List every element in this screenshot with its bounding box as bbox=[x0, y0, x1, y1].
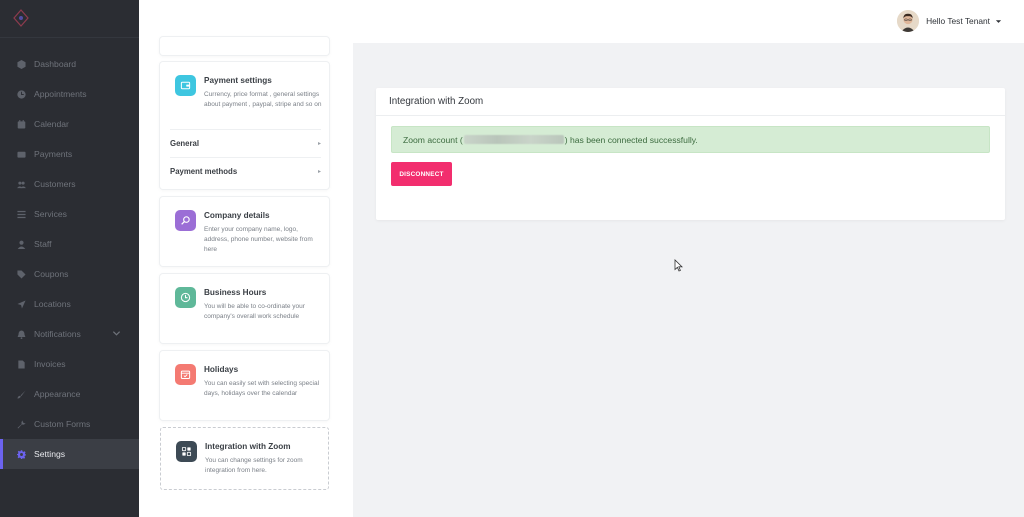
dashboard-icon bbox=[16, 59, 26, 69]
sidebar: Dashboard Appointments Calendar Payments… bbox=[0, 0, 139, 517]
wrench-icon bbox=[16, 419, 26, 429]
search-icon bbox=[181, 216, 190, 225]
payment-settings-badge bbox=[175, 75, 196, 96]
sidebar-item-label: Staff bbox=[34, 239, 52, 249]
row-label: Payment methods bbox=[170, 167, 238, 176]
calendar-icon bbox=[16, 119, 26, 129]
sidebar-item-label: Calendar bbox=[34, 119, 69, 129]
sidebar-item-label: Appearance bbox=[34, 389, 81, 399]
settings-card-previous[interactable] bbox=[160, 37, 329, 55]
wallet-icon bbox=[180, 81, 191, 90]
sidebar-item-services[interactable]: Services bbox=[0, 199, 139, 229]
sidebar-item-label: Coupons bbox=[34, 269, 69, 279]
clock-icon bbox=[180, 292, 191, 303]
sidebar-item-settings[interactable]: Settings bbox=[0, 439, 139, 469]
card-title: Holidays bbox=[204, 365, 239, 374]
sidebar-item-locations[interactable]: Locations bbox=[0, 289, 139, 319]
caret-right-icon: ▸ bbox=[317, 169, 321, 175]
sidebar-item-staff[interactable]: Staff bbox=[0, 229, 139, 259]
business-hours-badge bbox=[175, 287, 196, 308]
payment-methods-link[interactable]: Payment methods ▸ bbox=[170, 158, 321, 185]
sidebar-item-coupons[interactable]: Coupons bbox=[0, 259, 139, 289]
file-icon bbox=[16, 359, 26, 369]
payment-general-link[interactable]: General ▸ bbox=[170, 130, 321, 157]
sidebar-item-label: Settings bbox=[34, 449, 66, 459]
zoom-integration-badge bbox=[176, 441, 197, 462]
users-icon bbox=[16, 179, 26, 189]
logo-icon bbox=[13, 9, 29, 27]
sidebar-item-label: Invoices bbox=[34, 359, 66, 369]
tag-icon bbox=[16, 269, 26, 279]
sidebar-item-appearance[interactable]: Appearance bbox=[0, 379, 139, 409]
sidebar-item-custom-forms[interactable]: Custom Forms bbox=[0, 409, 139, 439]
holidays-badge bbox=[175, 364, 196, 385]
panel-title: Integration with Zoom bbox=[376, 88, 1005, 116]
avatar[interactable] bbox=[897, 10, 920, 32]
sidebar-item-label: Services bbox=[34, 209, 67, 219]
sidebar-item-label: Locations bbox=[34, 299, 71, 309]
sidebar-item-label: Payments bbox=[34, 149, 73, 159]
sidebar-item-label: Notifications bbox=[34, 329, 81, 339]
redacted-account bbox=[463, 135, 564, 144]
card-description: You will be able to co-ordinate your com… bbox=[204, 303, 305, 320]
settings-categories: Payment settings Currency, price format … bbox=[139, 37, 353, 517]
zoom-integration-panel: Integration with Zoom Zoom account ( ) h… bbox=[376, 88, 1005, 220]
payments-icon bbox=[16, 149, 26, 159]
settings-card-holidays[interactable]: Holidays You can easily set with selecti… bbox=[160, 351, 329, 420]
settings-card-company[interactable]: Company details Enter your company name,… bbox=[160, 197, 329, 266]
user-greeting[interactable]: Hello Test Tenant bbox=[926, 16, 990, 26]
card-title: Company details bbox=[204, 211, 270, 220]
sidebar-item-label: Custom Forms bbox=[34, 419, 91, 429]
disconnect-button[interactable]: DISCONNECT bbox=[391, 162, 452, 186]
alert-text-suffix: ) has been connected successfully. bbox=[564, 134, 698, 145]
bell-icon bbox=[16, 329, 26, 339]
settings-card-payment[interactable]: Payment settings Currency, price format … bbox=[160, 62, 329, 189]
caret-right-icon: ▸ bbox=[317, 141, 321, 147]
brush-icon bbox=[16, 389, 26, 399]
sidebar-item-label: Dashboard bbox=[34, 59, 77, 69]
sidebar-item-label: Customers bbox=[34, 179, 76, 189]
card-title: Business Hours bbox=[204, 288, 267, 297]
sidebar-item-invoices[interactable]: Invoices bbox=[0, 349, 139, 379]
company-details-badge bbox=[175, 210, 196, 231]
app-logo[interactable] bbox=[0, 0, 139, 38]
row-label: General bbox=[170, 139, 200, 148]
sidebar-nav: Dashboard Appointments Calendar Payments… bbox=[0, 38, 139, 469]
calendar-check-icon bbox=[180, 370, 191, 379]
sidebar-item-notifications[interactable]: Notifications bbox=[0, 319, 139, 349]
card-description: You can change settings for zoom integra… bbox=[205, 457, 303, 474]
gear-icon bbox=[16, 449, 26, 459]
card-description: Currency, price format , general setting… bbox=[204, 91, 322, 108]
success-alert: Zoom account ( ) has been connected succ… bbox=[391, 126, 990, 153]
sidebar-item-dashboard[interactable]: Dashboard bbox=[0, 49, 139, 79]
sidebar-item-calendar[interactable]: Calendar bbox=[0, 109, 139, 139]
avatar-image bbox=[897, 10, 920, 32]
alert-text-prefix: Zoom account ( bbox=[403, 134, 463, 145]
card-description: You can easily set with selecting specia… bbox=[204, 380, 320, 397]
list-icon bbox=[16, 209, 26, 219]
user-menu[interactable]: Hello Test Tenant bbox=[897, 10, 1002, 32]
settings-card-business-hours[interactable]: Business Hours You will be able to co-or… bbox=[160, 274, 329, 343]
location-arrow-icon bbox=[16, 299, 26, 309]
sidebar-item-appointments[interactable]: Appointments bbox=[0, 79, 139, 109]
clock-icon bbox=[16, 89, 26, 99]
sidebar-item-payments[interactable]: Payments bbox=[0, 139, 139, 169]
card-title: Integration with Zoom bbox=[205, 442, 291, 451]
card-title: Payment settings bbox=[204, 76, 272, 85]
sidebar-item-label: Appointments bbox=[34, 89, 87, 99]
settings-card-zoom[interactable]: Integration with Zoom You can change set… bbox=[160, 427, 329, 490]
sidebar-item-customers[interactable]: Customers bbox=[0, 169, 139, 199]
user-icon bbox=[16, 239, 26, 249]
card-description: Enter your company name, logo, address, … bbox=[204, 226, 313, 253]
chevron-down-icon[interactable] bbox=[112, 329, 121, 338]
apps-grid-icon bbox=[181, 446, 192, 457]
mouse-pointer-icon bbox=[674, 259, 683, 272]
chevron-down-icon[interactable] bbox=[995, 18, 1002, 25]
